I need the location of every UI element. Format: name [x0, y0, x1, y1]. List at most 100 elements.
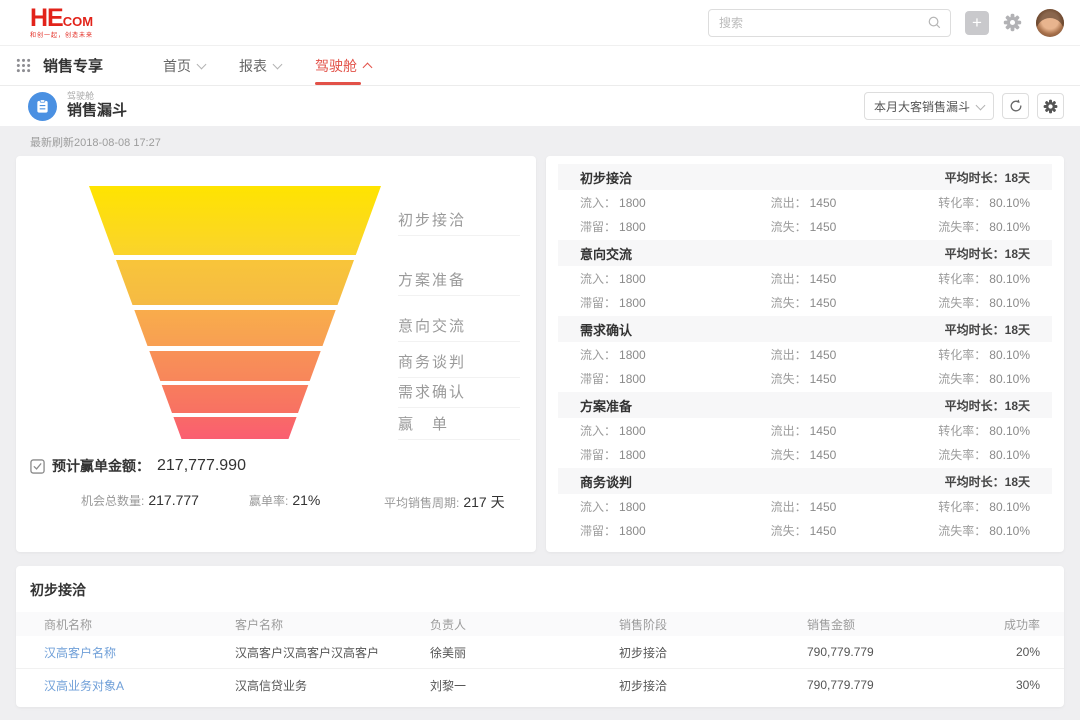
opportunity-link[interactable]: 汉高业务对象A — [44, 677, 235, 694]
stage-metric: 流出：1450 — [771, 422, 939, 439]
funnel-stage-label: 意向交流 — [398, 315, 520, 342]
table-cell: 刘黎一 — [430, 677, 619, 694]
stage-avg-duration: 平均时长：18天 — [945, 169, 1030, 186]
stage-metric: 流出：1450 — [771, 498, 939, 515]
table-column-header: 销售阶段 — [619, 616, 807, 633]
funnel-filter-select[interactable]: 本月大客销售漏斗 — [864, 92, 994, 120]
table-column-header: 负责人 — [430, 616, 619, 633]
stage-avg-duration: 平均时长：18天 — [945, 321, 1030, 338]
settings-icon[interactable] — [1003, 13, 1022, 32]
stage-section: 方案准备 平均时长：18天 流入：1800流出：1450转化率：80.10%滞留… — [558, 392, 1052, 466]
stage-metric: 流出：1450 — [771, 270, 939, 287]
search-icon — [927, 15, 942, 30]
stage-metric-row: 滞留：1800流失：1450流失率：80.10% — [558, 442, 1052, 466]
last-refresh-timestamp: 最新刷新2018-08-08 17:27 — [30, 134, 1080, 150]
funnel-stage-label: 初步接洽 — [398, 209, 520, 236]
nav-item-reports[interactable]: 报表 — [239, 46, 281, 85]
stage-metric: 流入：1800 — [580, 498, 771, 515]
stage-metric-row: 滞留：1800流失：1450流失率：80.10% — [558, 366, 1052, 390]
funnel-segment — [134, 310, 335, 346]
stage-avg-duration: 平均时长：18天 — [945, 473, 1030, 490]
chevron-down-icon — [197, 59, 207, 69]
refresh-button[interactable] — [1002, 93, 1029, 119]
stage-metric: 流失：1450 — [771, 522, 939, 539]
stage-title: 初步接洽 — [580, 168, 632, 187]
stage-metric: 滞留：1800 — [580, 522, 771, 539]
hecom-logo: HECOM 和创一起，创造未来 — [30, 6, 93, 39]
page-title: 销售漏斗 — [67, 103, 127, 120]
table-column-header: 成功率 — [997, 616, 1040, 633]
table-cell: 徐美丽 — [430, 644, 619, 661]
stage-metric-row: 流入：1800流出：1450转化率：80.10% — [558, 190, 1052, 214]
logo-text: HE — [30, 4, 63, 32]
table-cell: 790,779.779 — [807, 645, 997, 659]
table-header-row: 商机名称客户名称负责人销售阶段销售金额成功率 — [16, 612, 1064, 636]
stage-metric: 滞留：1800 — [580, 370, 771, 387]
stage-metric: 流入：1800 — [580, 346, 771, 363]
add-button[interactable]: + — [965, 11, 989, 35]
stage-avg-duration: 平均时长：18天 — [945, 397, 1030, 414]
user-avatar[interactable] — [1036, 9, 1064, 37]
nav-item-home[interactable]: 首页 — [163, 46, 205, 85]
stage-metric: 流入：1800 — [580, 194, 771, 211]
opportunity-link[interactable]: 汉高客户名称 — [44, 644, 235, 661]
stage-metric: 流失率：80.10% — [938, 446, 1030, 463]
stage-section: 需求确认 平均时长：18天 流入：1800流出：1450转化率：80.10%滞留… — [558, 316, 1052, 390]
stage-metric-row: 流入：1800流出：1450转化率：80.10% — [558, 266, 1052, 290]
checkbox-icon — [30, 459, 45, 474]
app-grid-icon[interactable] — [16, 58, 31, 73]
stage-metric: 滞留：1800 — [580, 218, 771, 235]
sales-funnel-chart: 初步接洽方案准备意向交流商务谈判需求确认赢 单 — [16, 156, 536, 456]
stage-section: 初步接洽 平均时长：18天 流入：1800流出：1450转化率：80.10% 滞留… — [558, 164, 1052, 238]
top-bar: HECOM 和创一起，创造未来 + — [0, 0, 1080, 46]
stage-metric: 流出：1450 — [771, 346, 939, 363]
expected-amount-value: 217,777.990 — [157, 457, 246, 475]
search-input[interactable] — [717, 15, 927, 31]
stage-metric: 流失：1450 — [771, 294, 939, 311]
funnel-stage-label: 需求确认 — [398, 381, 520, 408]
logo-tagline: 和创一起，创造未来 — [30, 33, 93, 39]
stage-metric-row: 滞留：1800流失：1450流失率：80.10% — [558, 290, 1052, 314]
stage-metric: 流出：1450 — [771, 194, 939, 211]
stage-metric-row: 流入：1800流出：1450转化率：80.10% — [558, 494, 1052, 518]
stage-metric: 转化率：80.10% — [938, 194, 1030, 211]
nav-bar: 销售专享 首页 报表 驾驶舱 — [0, 46, 1080, 86]
table-row: 汉高客户名称汉高客户汉高客户汉高客户徐美丽初步接洽790,779.77920% — [16, 636, 1064, 668]
expected-amount-label: 预计赢单金额： — [52, 456, 150, 476]
stage-section-header: 商务谈判 平均时长：18天 — [558, 468, 1052, 494]
stage-metric: 流失率：80.10% — [938, 294, 1030, 311]
table-cell: 790,779.779 — [807, 678, 997, 692]
summary-stat: 平均销售周期:217 天 — [384, 492, 505, 512]
chevron-up-icon — [363, 63, 373, 73]
stage-metric: 流失：1450 — [771, 370, 939, 387]
table-cell: 20% — [997, 645, 1040, 659]
stage-title: 需求确认 — [580, 320, 632, 339]
funnel-segment — [116, 260, 354, 305]
stage-metric: 流失率：80.10% — [938, 218, 1030, 235]
stage-section-header: 方案准备 平均时长：18天 — [558, 392, 1052, 418]
funnel-segment — [149, 351, 320, 381]
table-cell: 汉高客户汉高客户汉高客户 — [235, 644, 430, 661]
page-header: 驾驶舱 销售漏斗 本月大客销售漏斗 — [0, 86, 1080, 126]
stage-metric: 流失：1450 — [771, 218, 939, 235]
stage-section: 商务谈判 平均时长：18天 流入：1800流出：1450转化率：80.10% 滞留… — [558, 468, 1052, 542]
stage-title: 意向交流 — [580, 244, 632, 263]
gear-button[interactable] — [1037, 93, 1064, 119]
global-search[interactable] — [708, 9, 951, 37]
funnel-summary: 预计赢单金额： 217,777.990 机会总数量:217.777赢单率:21%… — [30, 456, 522, 516]
funnel-stage-label: 方案准备 — [398, 269, 520, 296]
stage-section-header: 意向交流 平均时长：18天 — [558, 240, 1052, 266]
table-cell: 初步接洽 — [619, 677, 807, 694]
stage-metric: 流失率：80.10% — [938, 370, 1030, 387]
table-column-header: 商机名称 — [44, 616, 235, 633]
stage-metric-row: 流入：1800流出：1450转化率：80.10% — [558, 342, 1052, 366]
stage-section: 意向交流 平均时长：18天 流入：1800流出：1450转化率：80.10%滞留… — [558, 240, 1052, 314]
stage-metric: 流入：1800 — [580, 422, 771, 439]
nav-item-cockpit[interactable]: 驾驶舱 — [315, 46, 371, 85]
table-row: 汉高业务对象A汉高信贷业务刘黎一初步接洽790,779.77930% — [16, 668, 1064, 701]
stage-title: 方案准备 — [580, 396, 632, 415]
funnel-stage-label: 商务谈判 — [398, 351, 520, 378]
stage-metric: 流失率：80.10% — [938, 522, 1030, 539]
table-cell: 汉高信贷业务 — [235, 677, 430, 694]
stage-stats-panel: 初步接洽 平均时长：18天 流入：1800流出：1450转化率：80.10%滞留… — [546, 156, 1064, 552]
